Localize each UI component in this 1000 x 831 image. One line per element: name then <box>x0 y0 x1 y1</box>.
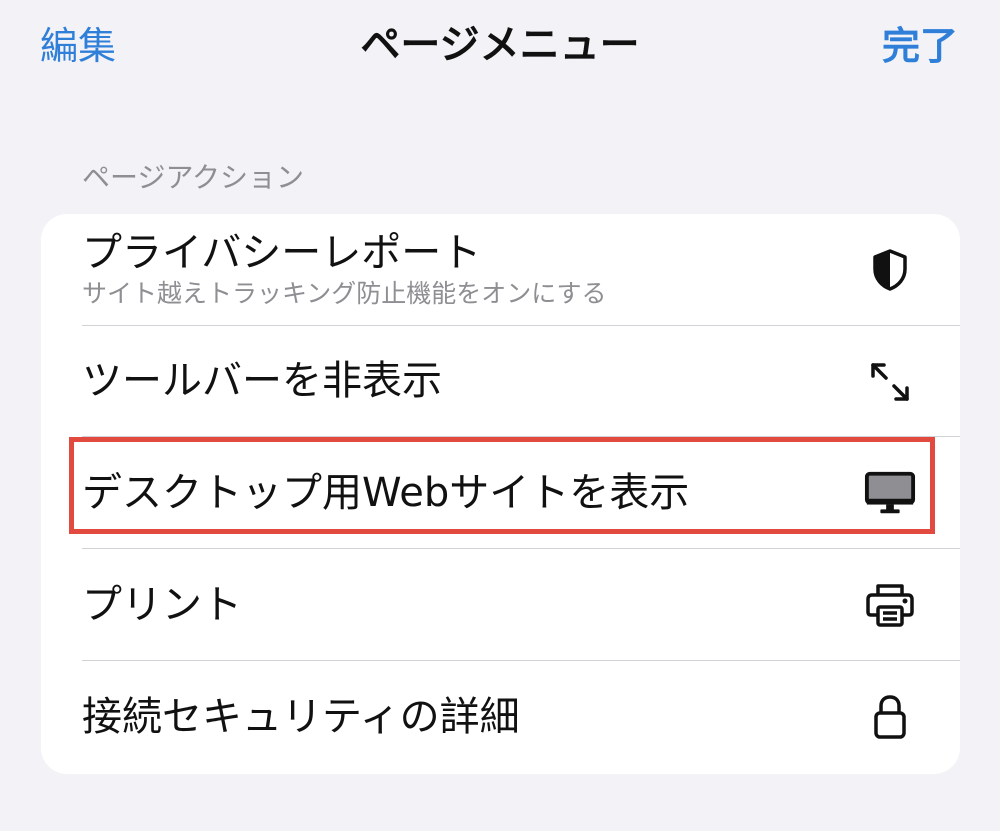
page-actions-list: プライバシーレポート サイト越えトラッキング防止機能をオンにする ツールバーを非… <box>41 214 960 774</box>
privacy-report-item[interactable]: プライバシーレポート サイト越えトラッキング防止機能をオンにする <box>41 214 960 326</box>
page-title: ページメニュー <box>360 22 640 68</box>
desktop-monitor-icon <box>864 467 916 519</box>
print-label: プリント <box>82 582 242 628</box>
print-item[interactable]: プリント <box>41 549 960 661</box>
lock-icon <box>864 691 916 743</box>
hide-toolbar-label: ツールバーを非表示 <box>82 358 442 404</box>
connection-security-item[interactable]: 接続セキュリティの詳細 <box>41 661 960 774</box>
shield-icon <box>864 244 916 296</box>
privacy-report-label: プライバシーレポート <box>82 230 482 276</box>
connection-security-label: 接続セキュリティの詳細 <box>82 694 520 740</box>
expand-arrows-icon <box>864 356 916 408</box>
done-button[interactable]: 完了 <box>882 22 958 70</box>
desktop-website-item[interactable]: デスクトップ用Webサイトを表示 <box>41 437 960 549</box>
privacy-report-sublabel: サイト越えトラッキング防止機能をオンにする <box>82 279 607 308</box>
hide-toolbar-item[interactable]: ツールバーを非表示 <box>41 326 960 437</box>
page-menu-screen: 編集 ページメニュー 完了 ページアクション プライバシーレポート サイト越えト… <box>0 0 1000 831</box>
printer-icon <box>864 579 916 631</box>
section-header: ページアクション <box>82 161 305 194</box>
desktop-website-label: デスクトップ用Webサイトを表示 <box>82 470 690 516</box>
